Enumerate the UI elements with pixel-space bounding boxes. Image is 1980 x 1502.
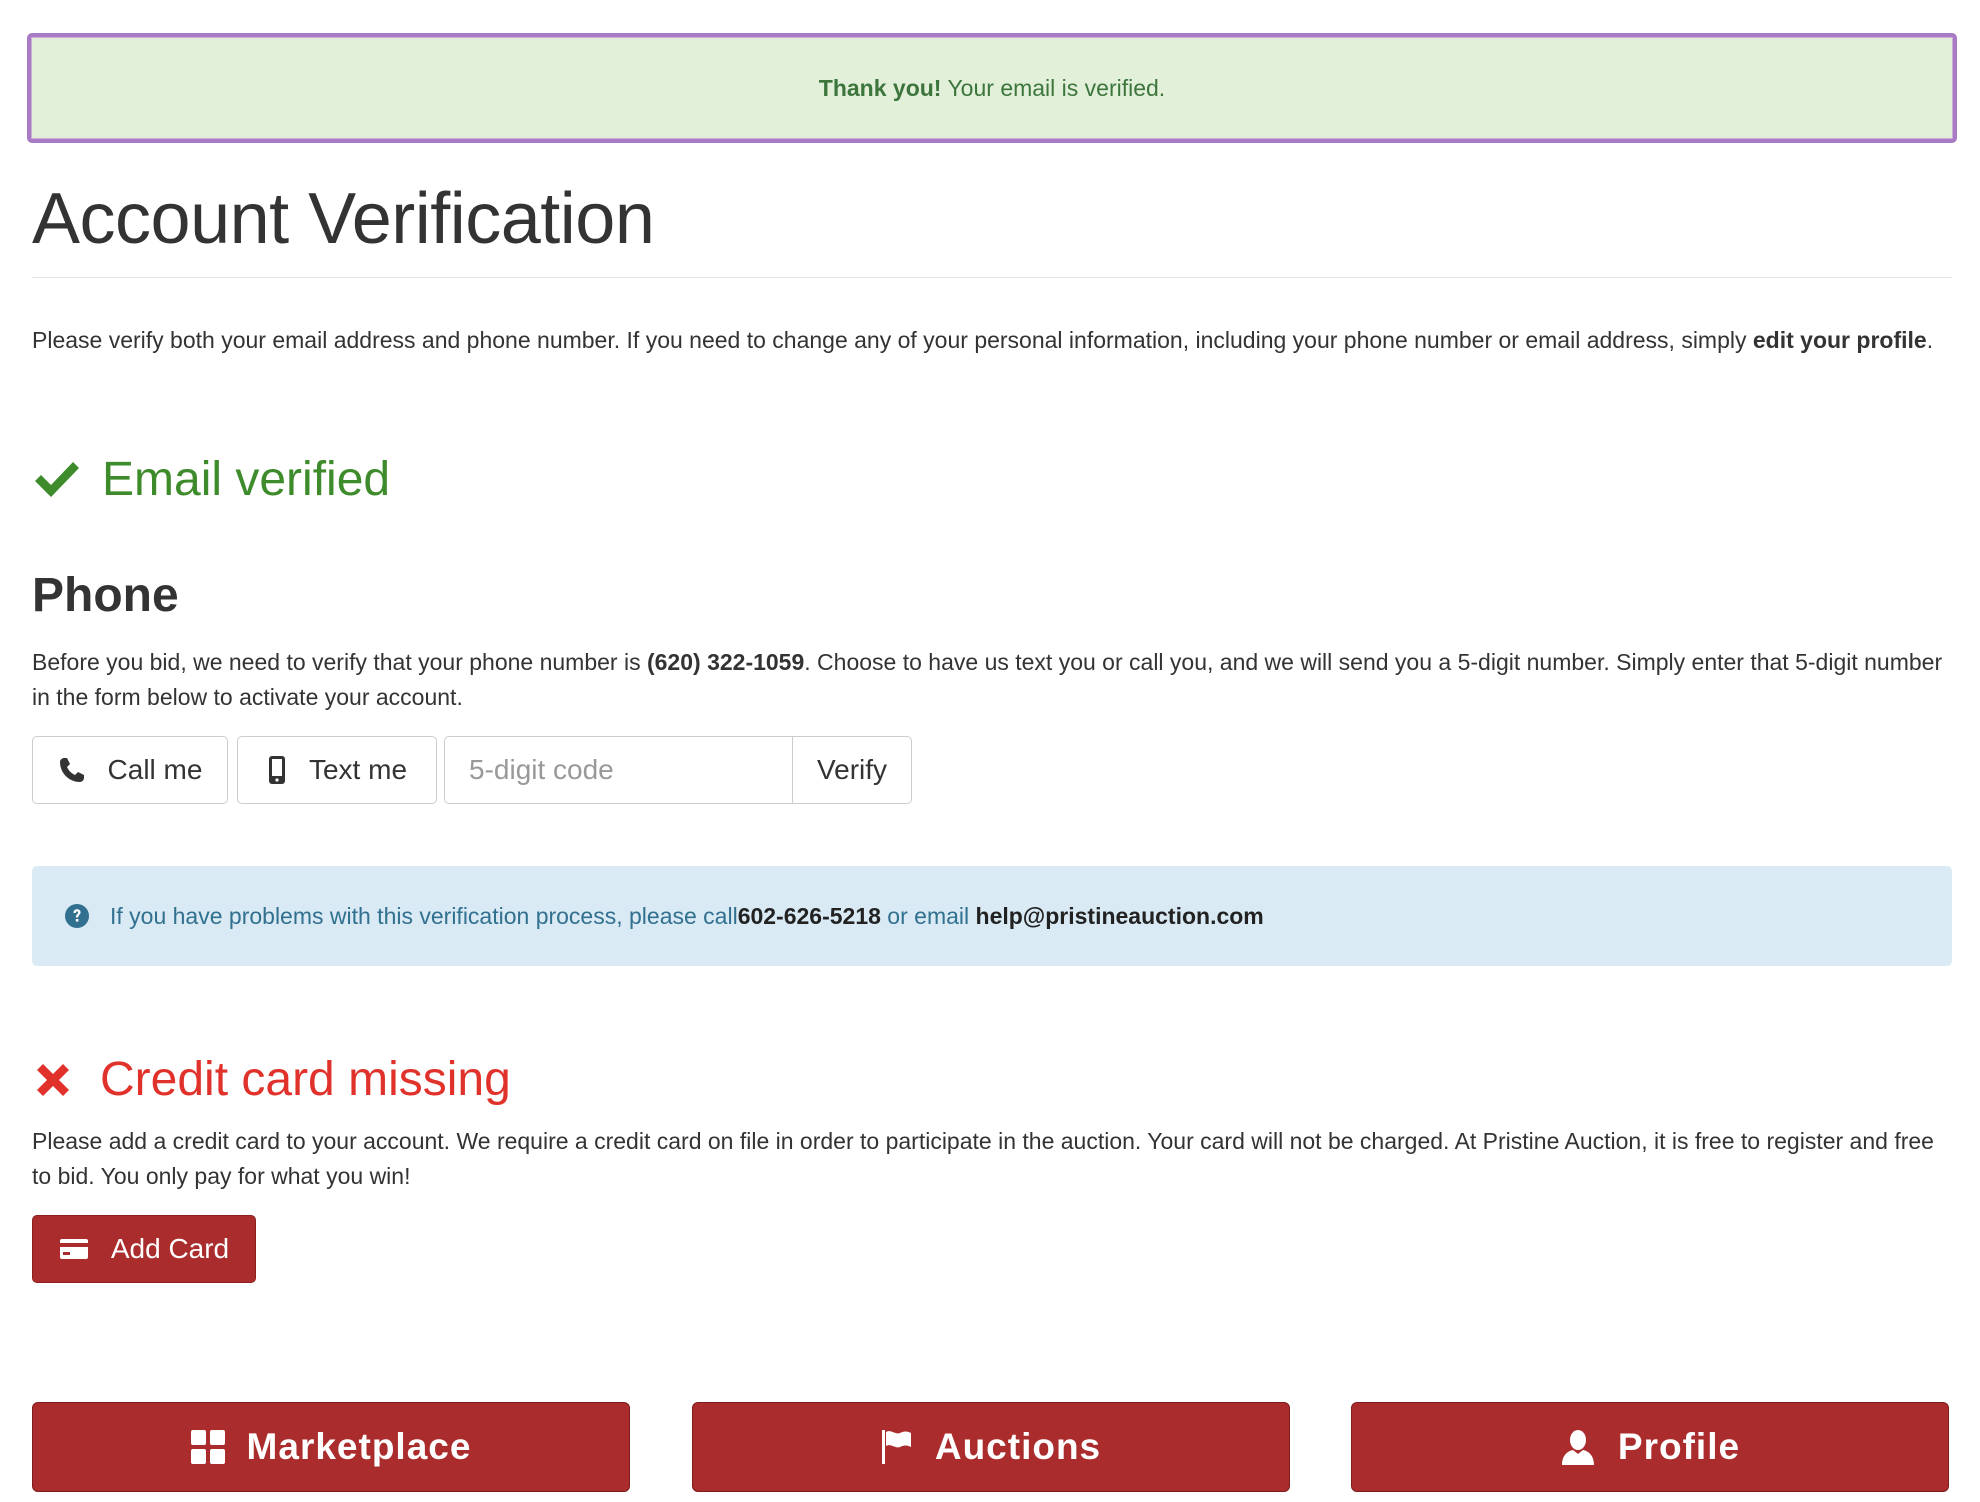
call-me-label: Call me <box>107 754 203 785</box>
account-verification-page: Thank you! Your email is verified. Accou… <box>0 0 1980 1502</box>
credit-card-missing-status: Credit card missing <box>32 1052 511 1107</box>
mobile-phone-icon <box>268 756 285 784</box>
intro-end: . <box>1926 327 1934 353</box>
help-text-middle: or email <box>880 902 976 929</box>
intro-body: Please verify both your email address an… <box>32 327 1753 353</box>
title-divider <box>32 277 1952 278</box>
checkmark-icon <box>35 461 79 497</box>
help-email[interactable]: help@pristineauction.com <box>976 903 1264 930</box>
add-card-button[interactable]: Add Card <box>32 1215 256 1283</box>
call-me-button[interactable]: Call me <box>32 736 228 804</box>
marketplace-button[interactable]: Marketplace <box>32 1402 630 1492</box>
user-icon <box>1561 1430 1594 1465</box>
help-text-before: If you have problems with this verificat… <box>110 902 738 929</box>
help-phone: 602-626-5218 <box>737 902 881 929</box>
auctions-label: Auctions <box>934 1426 1102 1467</box>
marketplace-label: Marketplace <box>246 1426 472 1467</box>
profile-label: Profile <box>1617 1426 1741 1467</box>
auctions-button[interactable]: Auctions <box>692 1402 1290 1492</box>
add-card-label: Add Card <box>110 1233 230 1264</box>
credit-card-icon <box>59 1239 88 1259</box>
phone-heading: Phone <box>32 569 179 622</box>
alert-message: Your email is verified. <box>947 74 1166 101</box>
verify-button[interactable]: Verify <box>792 736 912 804</box>
x-icon <box>37 1063 69 1096</box>
page-title: Account Verification <box>32 179 655 259</box>
success-alert: Thank you! Your email is verified. <box>27 33 1957 143</box>
alert-strong: Thank you! <box>818 74 942 101</box>
edit-profile-link[interactable]: edit your profile <box>1753 327 1927 353</box>
verification-code-input[interactable] <box>444 736 793 804</box>
phone-icon <box>59 758 84 782</box>
profile-button[interactable]: Profile <box>1351 1402 1949 1492</box>
intro-text: Please verify both your email address an… <box>32 322 1942 358</box>
phone-text-before: Before you bid, we need to verify that y… <box>32 649 647 675</box>
question-circle-icon <box>65 904 89 928</box>
phone-number: (620) 322-1059 <box>646 649 805 675</box>
text-me-button[interactable]: Text me <box>237 736 437 804</box>
phone-instructions: Before you bid, we need to verify that y… <box>32 645 1952 715</box>
card-status-label: Credit card missing <box>100 1053 511 1106</box>
card-instructions: Please add a credit card to your account… <box>32 1128 1934 1189</box>
email-status-label: Email verified <box>102 453 391 506</box>
text-me-label: Text me <box>308 754 408 785</box>
email-verified-status: Email verified <box>32 452 390 507</box>
help-info-box: If you have problems with this verificat… <box>32 866 1952 966</box>
flag-icon <box>881 1430 911 1464</box>
grid-icon <box>190 1430 225 1464</box>
